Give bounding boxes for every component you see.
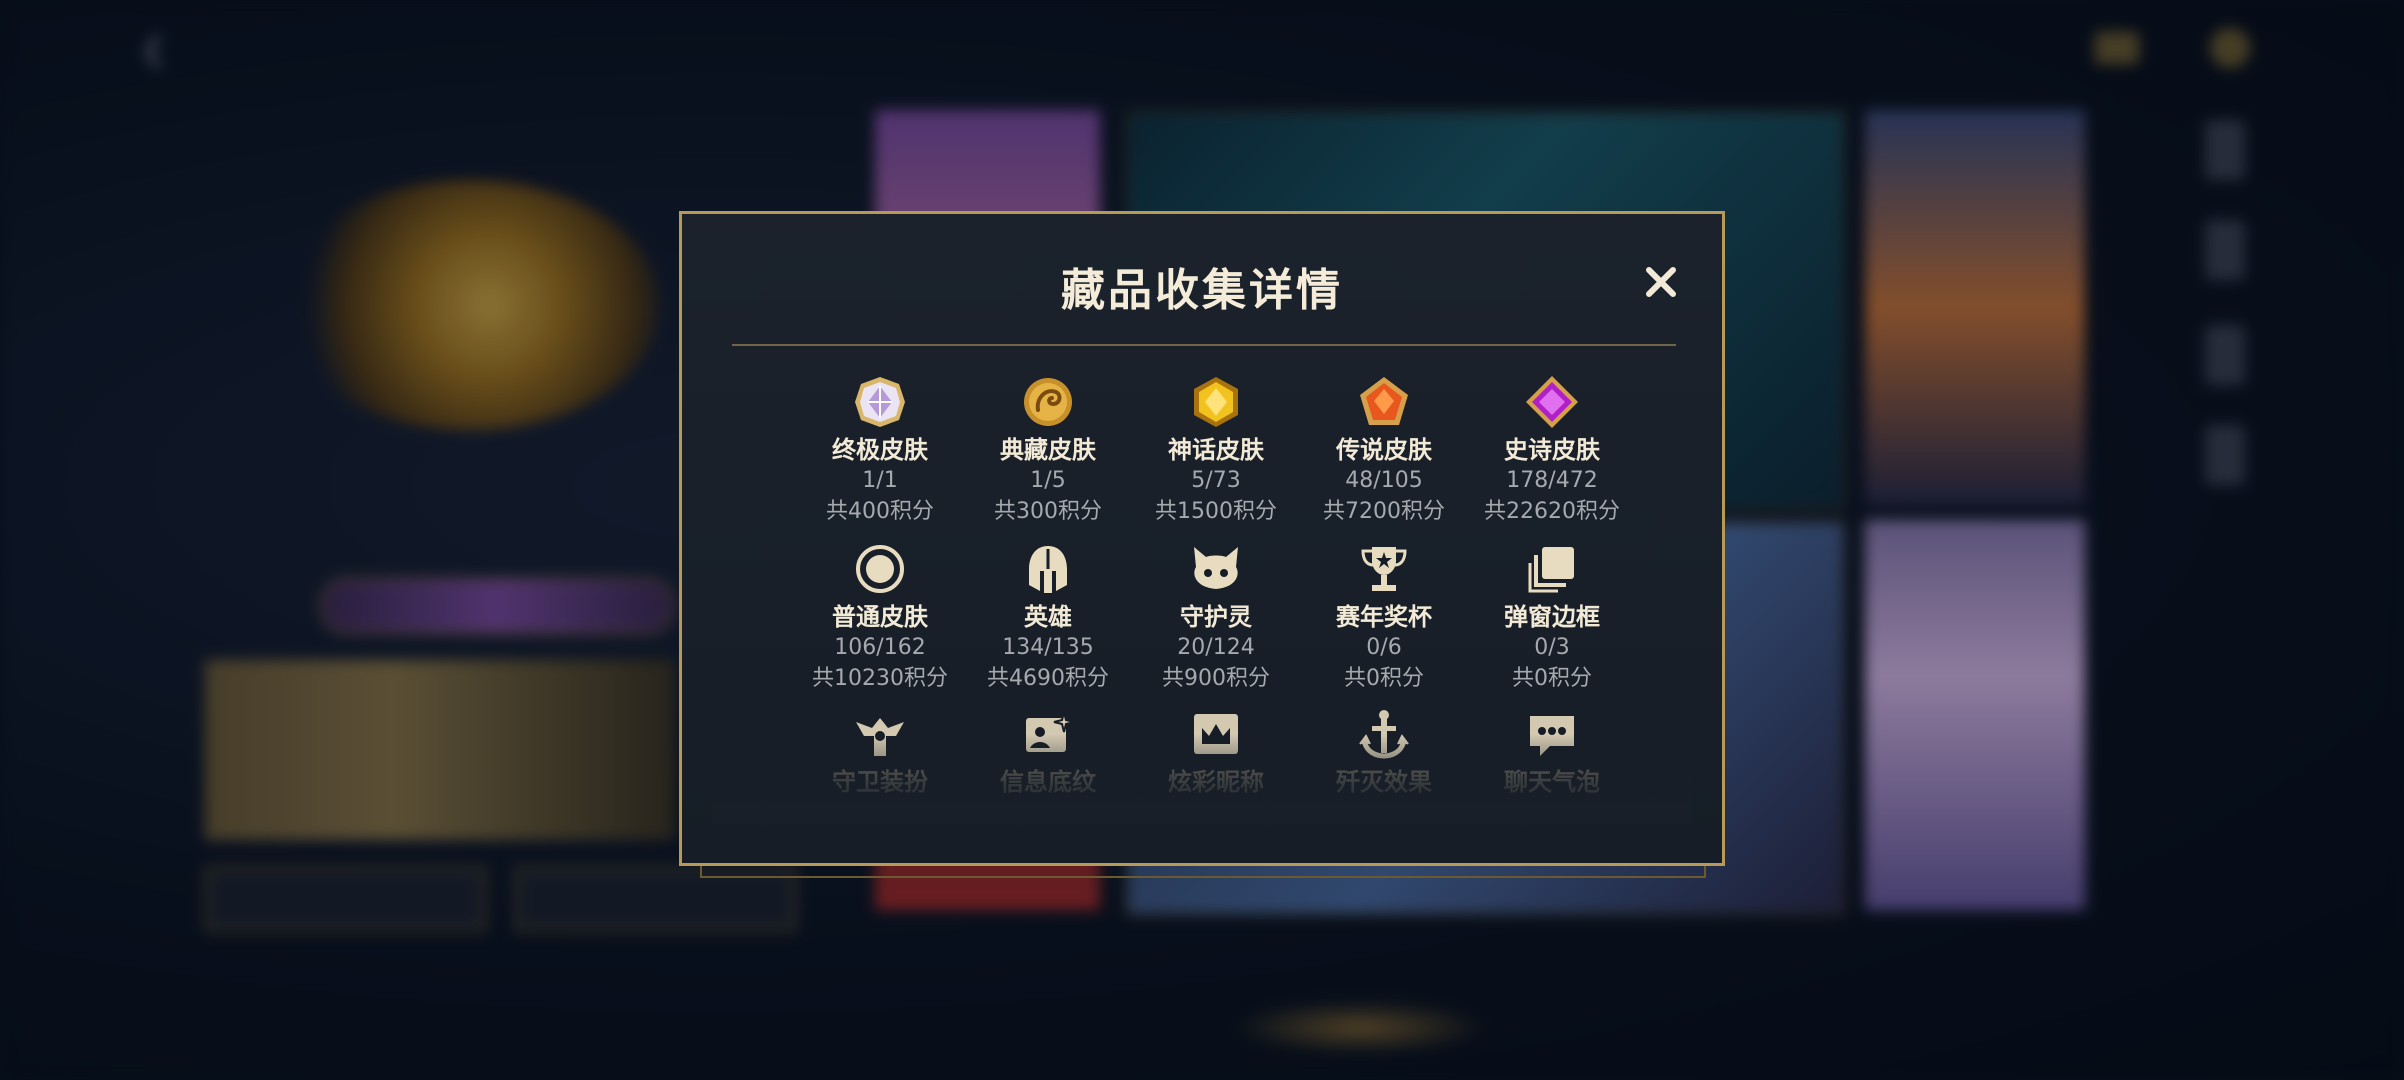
- epic-skin-icon: [1524, 374, 1580, 430]
- item-name: 普通皮肤: [832, 603, 928, 631]
- info-pattern-icon: [1020, 706, 1076, 762]
- item-name: 史诗皮肤: [1504, 436, 1600, 464]
- item-name: 弹窗边框: [1504, 603, 1600, 631]
- item-count: 1/5: [1030, 468, 1066, 493]
- modal-divider: [732, 344, 1676, 346]
- item-name: 聊天气泡: [1504, 768, 1600, 796]
- item-count: 48/105: [1345, 468, 1423, 493]
- collection-item-chat-bubble[interactable]: 聊天气泡: [1462, 706, 1642, 798]
- item-points: 共0积分: [1344, 666, 1424, 691]
- item-name: 神话皮肤: [1168, 436, 1264, 464]
- item-points: 共4690积分: [987, 666, 1109, 691]
- collection-item-normal-skin[interactable]: 普通皮肤 106/162 共10230积分: [790, 541, 970, 695]
- colorful-name-icon: [1188, 706, 1244, 762]
- hero-helmet-icon: [1020, 541, 1076, 597]
- collection-item-legendary-skin[interactable]: 传说皮肤 48/105 共7200积分: [1294, 374, 1474, 528]
- item-count: 0/6: [1366, 635, 1402, 660]
- item-count: 0/3: [1534, 635, 1570, 660]
- collection-item-hero[interactable]: 英雄 134/135 共4690积分: [958, 541, 1138, 695]
- item-points: 共1500积分: [1155, 499, 1277, 524]
- season-trophy-icon: [1356, 541, 1412, 597]
- collection-item-popup-frame[interactable]: 弹窗边框 0/3 共0积分: [1462, 541, 1642, 695]
- item-points: 共7200积分: [1323, 499, 1445, 524]
- treasure-skin-icon: [1020, 374, 1076, 430]
- item-name: 英雄: [1024, 603, 1072, 631]
- item-name: 守卫装扮: [832, 768, 928, 796]
- item-count: 134/135: [1002, 635, 1094, 660]
- item-points: 共300积分: [994, 499, 1102, 524]
- item-name: 终极皮肤: [832, 436, 928, 464]
- item-name: 歼灭效果: [1336, 768, 1432, 796]
- collection-item-info-pattern[interactable]: 信息底纹: [958, 706, 1138, 798]
- modal-shadow: [700, 866, 1706, 878]
- item-name: 典藏皮肤: [1000, 436, 1096, 464]
- popup-frame-icon: [1524, 541, 1580, 597]
- item-name: 炫彩昵称: [1168, 768, 1264, 796]
- normal-skin-icon: [852, 541, 908, 597]
- mythic-skin-icon: [1188, 374, 1244, 430]
- item-name: 守护灵: [1180, 603, 1252, 631]
- chat-bubble-icon: [1524, 706, 1580, 762]
- collection-item-guard-outfit[interactable]: 守卫装扮: [790, 706, 970, 798]
- collection-details-modal: 藏品收集详情 终极皮肤 1/1 共400积分 典藏皮肤 1/5 共300积分 神…: [679, 211, 1725, 866]
- close-icon: [1646, 267, 1676, 297]
- item-points: 共0积分: [1512, 666, 1592, 691]
- item-points: 共900积分: [1162, 666, 1270, 691]
- collection-item-kill-effect[interactable]: 歼灭效果: [1294, 706, 1474, 798]
- collection-item-epic-skin[interactable]: 史诗皮肤 178/472 共22620积分: [1462, 374, 1642, 528]
- item-points: 共22620积分: [1484, 499, 1620, 524]
- item-name: 信息底纹: [1000, 768, 1096, 796]
- item-name: 赛年奖杯: [1336, 603, 1432, 631]
- collection-item-colorful-name[interactable]: 炫彩昵称: [1126, 706, 1306, 798]
- kill-effect-icon: [1356, 706, 1412, 762]
- guardian-spirit-icon: [1188, 541, 1244, 597]
- collection-item-guardian-spirit[interactable]: 守护灵 20/124 共900积分: [1126, 541, 1306, 695]
- close-button[interactable]: [1637, 258, 1685, 306]
- collection-item-ultimate-skin[interactable]: 终极皮肤 1/1 共400积分: [790, 374, 970, 528]
- item-points: 共400积分: [826, 499, 934, 524]
- item-count: 178/472: [1506, 468, 1598, 493]
- legendary-skin-icon: [1356, 374, 1412, 430]
- item-name: 传说皮肤: [1336, 436, 1432, 464]
- modal-title: 藏品收集详情: [1061, 265, 1343, 316]
- collection-item-treasure-skin[interactable]: 典藏皮肤 1/5 共300积分: [958, 374, 1138, 528]
- collection-item-season-trophy[interactable]: 赛年奖杯 0/6 共0积分: [1294, 541, 1474, 695]
- item-count: 20/124: [1177, 635, 1255, 660]
- item-count: 5/73: [1191, 468, 1241, 493]
- item-count: 1/1: [862, 468, 898, 493]
- collection-item-mythic-skin[interactable]: 神话皮肤 5/73 共1500积分: [1126, 374, 1306, 528]
- item-points: 共10230积分: [812, 666, 948, 691]
- ultimate-skin-icon: [852, 374, 908, 430]
- guard-outfit-icon: [852, 706, 908, 762]
- item-count: 106/162: [834, 635, 926, 660]
